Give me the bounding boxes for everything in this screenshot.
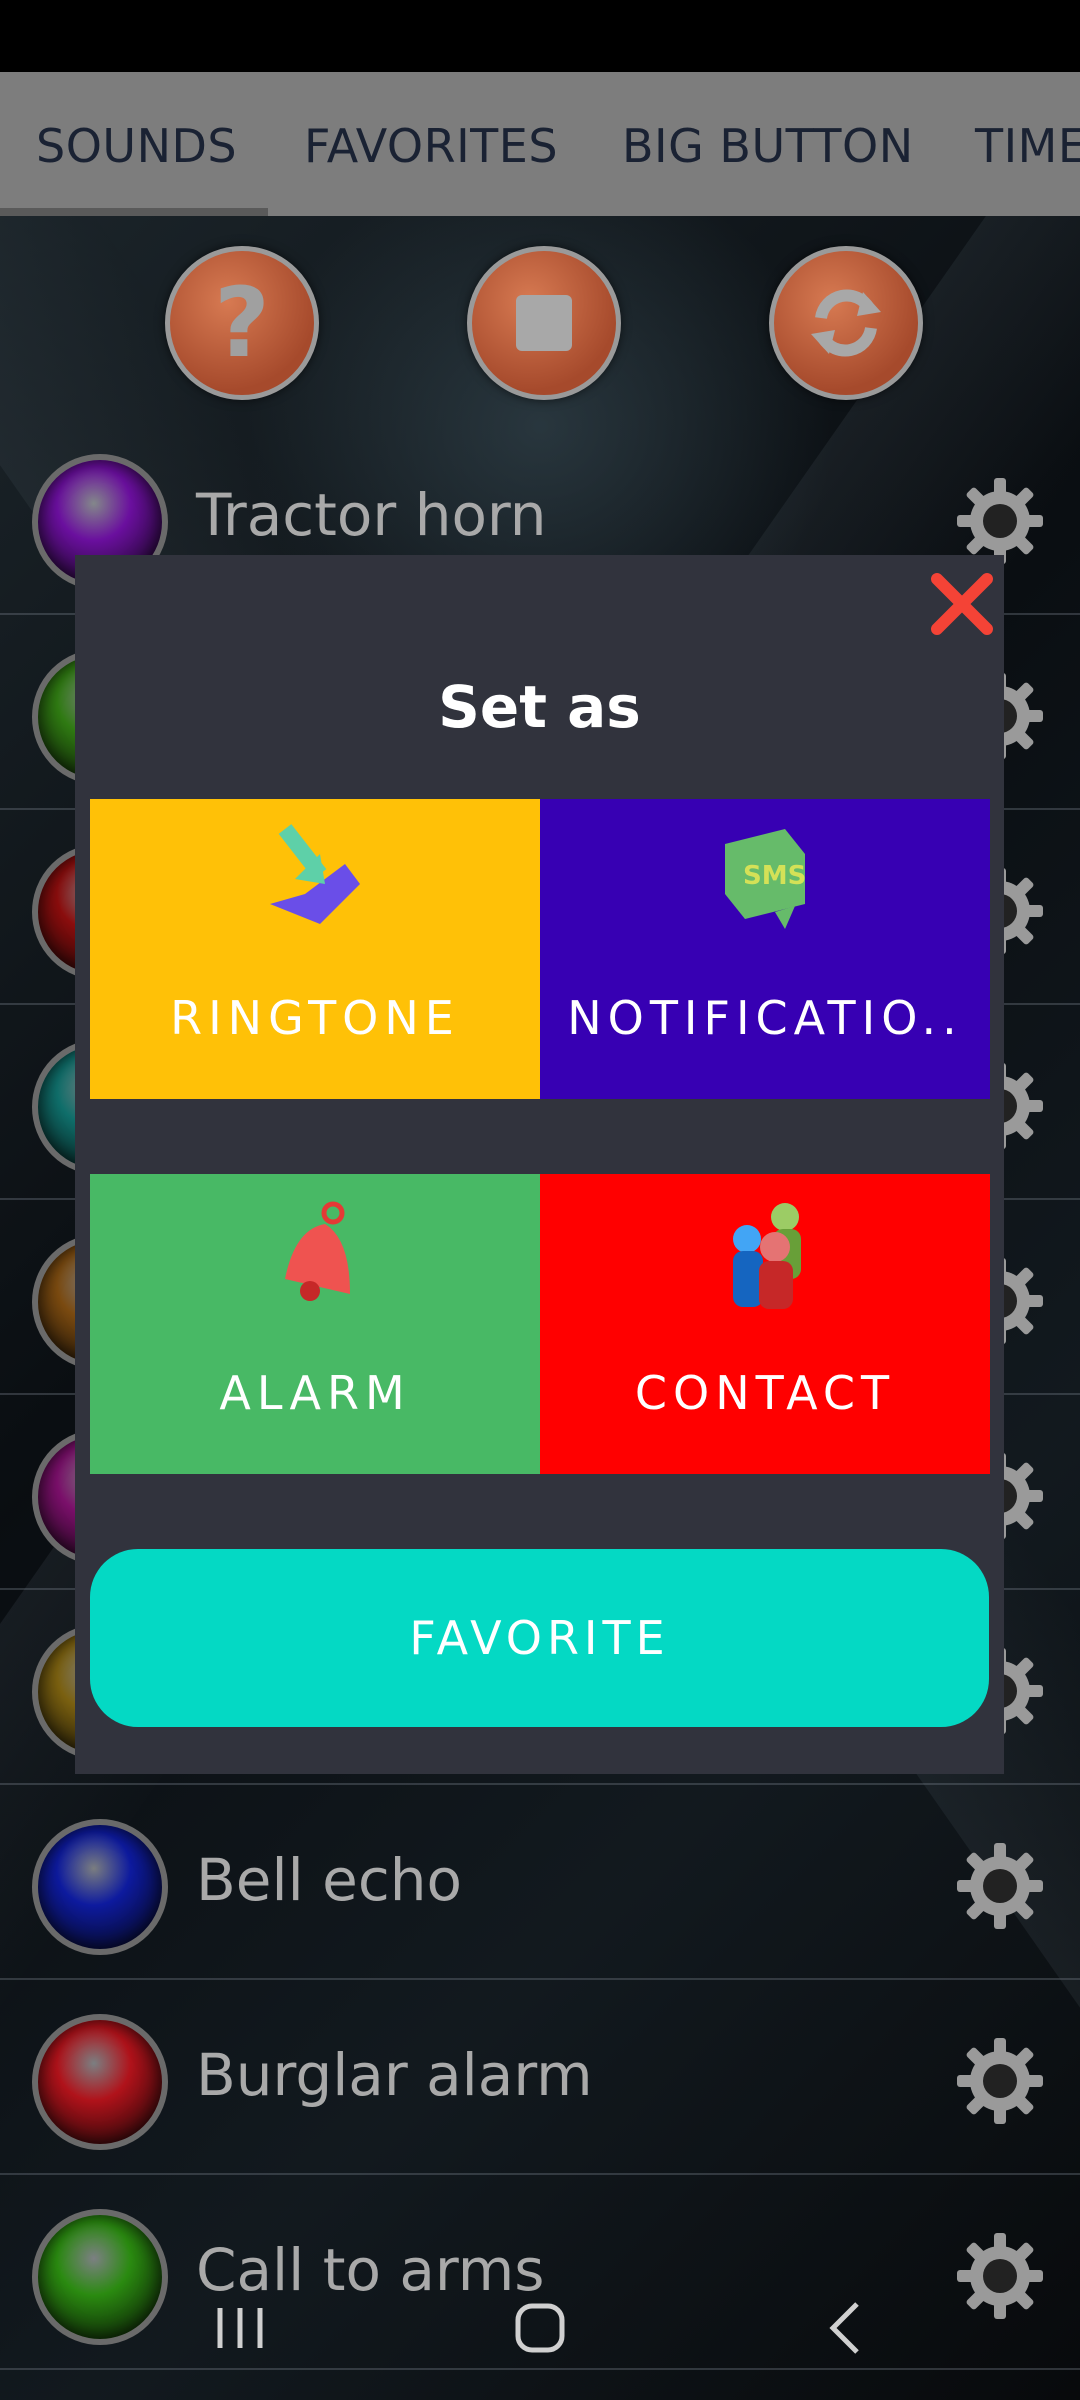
recent-apps-icon[interactable] <box>200 2288 280 2368</box>
gear-icon[interactable] <box>955 1841 1045 1931</box>
alarm-label: ALARM <box>219 1366 411 1420</box>
contacts-icon <box>733 1203 801 1309</box>
phone-download-icon <box>270 824 360 924</box>
home-icon[interactable] <box>500 2288 580 2368</box>
notification-label: NOTIFICATIO.. <box>567 991 963 1045</box>
alarm-button[interactable]: ALARM <box>90 1174 540 1474</box>
play-orb-icon[interactable] <box>32 1819 168 1955</box>
notification-button[interactable]: SMS NOTIFICATIO.. <box>540 799 990 1099</box>
system-navigation-bar <box>0 2280 1080 2376</box>
help-button[interactable]: ? <box>165 246 319 400</box>
tab-bar: SOUNDS FAVORITES BIG BUTTON TIME <box>0 72 1080 216</box>
repeat-button[interactable] <box>769 246 923 400</box>
ringtone-button[interactable]: RINGTONE <box>90 799 540 1099</box>
stop-icon <box>516 295 572 351</box>
bell-icon <box>285 1201 350 1301</box>
contact-label: CONTACT <box>634 1366 896 1420</box>
favorite-button[interactable]: FAVORITE <box>90 1549 989 1727</box>
sms-icon-text: SMS <box>743 861 806 891</box>
status-bar <box>0 0 1080 72</box>
stop-button[interactable] <box>467 246 621 400</box>
contact-button[interactable]: CONTACT <box>540 1174 990 1474</box>
tab-indicator <box>0 208 268 216</box>
tab-sounds[interactable]: SOUNDS <box>36 72 237 216</box>
question-icon: ? <box>214 267 270 379</box>
ringtone-label: RINGTONE <box>170 991 460 1045</box>
tab-time[interactable]: TIME <box>975 72 1080 216</box>
sound-name: Burglar alarm <box>196 2041 593 2109</box>
back-icon[interactable] <box>805 2288 885 2368</box>
tab-big-button[interactable]: BIG BUTTON <box>622 72 914 216</box>
repeat-icon <box>811 289 881 357</box>
sound-list-item[interactable]: Bell echo <box>0 1783 1080 1980</box>
sound-list-item[interactable]: Burglar alarm <box>0 1978 1080 2175</box>
gear-icon[interactable] <box>955 2036 1045 2126</box>
dialog-title: Set as <box>438 673 641 741</box>
close-icon[interactable] <box>927 569 997 639</box>
gear-icon[interactable] <box>955 476 1045 566</box>
set-as-dialog: Set as RINGTONE SMS NOTIFICATIO.. ALARM <box>75 555 1004 1774</box>
tab-favorites[interactable]: FAVORITES <box>304 72 558 216</box>
sound-name: Bell echo <box>196 1846 462 1914</box>
play-orb-icon[interactable] <box>32 2014 168 2150</box>
sms-icon: SMS <box>725 829 806 929</box>
